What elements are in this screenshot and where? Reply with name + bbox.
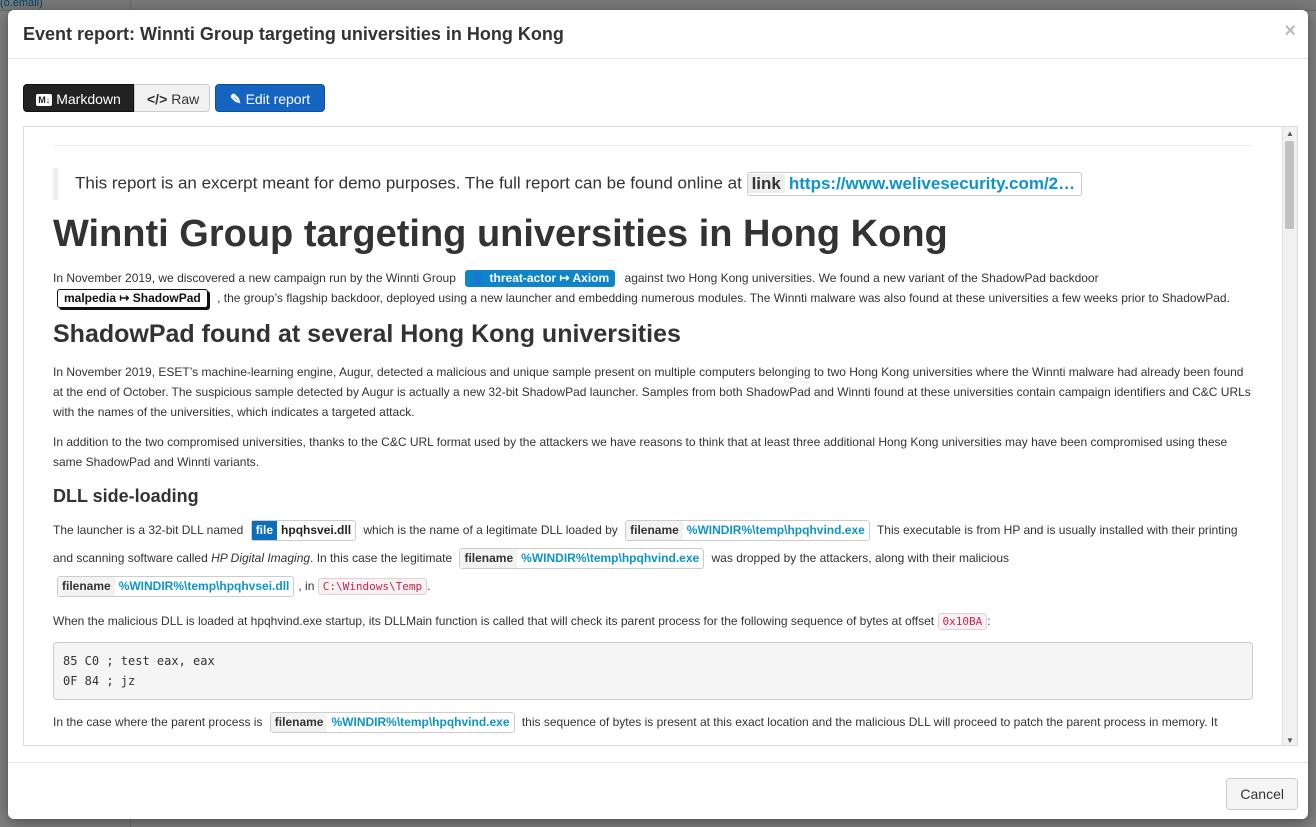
intro-paragraph: In November 2019, we discovered a new ca… bbox=[53, 268, 1253, 308]
edit-icon: ✎ bbox=[229, 91, 242, 107]
attribute-filename[interactable]: filename %WINDIR%\temp\hpqhvind.exe bbox=[269, 712, 515, 734]
modal-header: Event report: Winnti Group targeting uni… bbox=[8, 10, 1308, 59]
edit-report-button[interactable]: ✎ Edit report bbox=[215, 84, 325, 112]
attr-value: %WINDIR%\temp\hpqhvind.exe bbox=[521, 551, 700, 566]
paragraph-launcher: The launcher is a 32-bit DLL named file h… bbox=[53, 516, 1253, 601]
attr-key: filename bbox=[270, 713, 328, 733]
subsection-heading: DLL side-loading bbox=[53, 486, 199, 506]
markdown-icon: M↓ bbox=[36, 94, 53, 106]
raw-label: Raw bbox=[171, 91, 200, 107]
quote-link-attribute[interactable]: link https://www.welivesecurity.com/2… bbox=[746, 172, 1083, 196]
link-attr-value[interactable]: https://www.welivesecurity.com/2… bbox=[785, 174, 1081, 193]
modal-title: Event report: Winnti Group targeting uni… bbox=[23, 24, 564, 44]
scroll-down-arrow-icon[interactable]: ▼ bbox=[1286, 736, 1294, 745]
parent-text-1: In the case where the parent process is bbox=[53, 715, 263, 729]
parent-text-2: this sequence of bytes is present at thi… bbox=[521, 715, 1218, 729]
code-block: 85 C0 ; test eax, eax 0F 84 ; jz bbox=[53, 642, 1253, 700]
dllmain-text-1: When the malicious DLL is loaded at hpqh… bbox=[53, 614, 935, 628]
attribute-filename[interactable]: filename %WINDIR%\temp\hpqhvsei.dll bbox=[57, 576, 295, 598]
markdown-label: Markdown bbox=[56, 91, 121, 107]
attribute-file[interactable]: file hpqhsvei.dll bbox=[250, 520, 357, 542]
attr-key: filename bbox=[460, 549, 518, 569]
attr-value: %WINDIR%\temp\hpqhvsei.dll bbox=[118, 579, 290, 594]
launcher-text-6: , in bbox=[298, 579, 315, 593]
galaxy-tag-label: malpedia ↦ ShadowPad bbox=[64, 291, 201, 305]
galaxy-tag-label: threat-actor ↦ Axiom bbox=[489, 271, 610, 285]
attr-value: %WINDIR%\temp\hpqhvind.exe bbox=[331, 715, 510, 730]
paragraph-additional: In addition to the two compromised unive… bbox=[53, 435, 1228, 469]
intro-text-1: In November 2019, we discovered a new ca… bbox=[53, 271, 456, 285]
intro-text-3: , the group’s flagship backdoor, deploye… bbox=[217, 291, 1230, 305]
report-content: This report is an excerpt meant for demo… bbox=[53, 145, 1253, 743]
paragraph-augur: In November 2019, ESET’s machine-learnin… bbox=[53, 365, 1251, 419]
inline-code-offset: 0x10BA bbox=[937, 613, 988, 630]
close-icon[interactable]: × bbox=[1284, 20, 1296, 43]
dllmain-text-2: : bbox=[987, 614, 991, 628]
code-icon: </> bbox=[147, 91, 168, 107]
launcher-text-2: which is the name of a legitimate DLL lo… bbox=[363, 523, 618, 537]
attr-key: filename bbox=[58, 577, 115, 597]
section-heading: ShadowPad found at several Hong Kong uni… bbox=[53, 320, 681, 348]
report-viewer[interactable]: This report is an excerpt meant for demo… bbox=[23, 126, 1298, 746]
edit-label: Edit report bbox=[245, 91, 311, 107]
markdown-view-button[interactable]: M↓ Markdown bbox=[23, 84, 134, 112]
product-name: HP Digital Imaging bbox=[211, 551, 311, 565]
paragraph-parent-process: In the case where the parent process is … bbox=[53, 712, 1253, 734]
launcher-text-4: . In this case the legitimate bbox=[310, 551, 453, 565]
launcher-text-5: was dropped by the attackers, along with… bbox=[711, 551, 1010, 565]
link-attr-key: link bbox=[747, 174, 785, 193]
inline-code-path: C:\Windows\Temp bbox=[317, 578, 428, 595]
report-heading: Winnti Group targeting universities in H… bbox=[53, 213, 948, 255]
report-quote: This report is an excerpt meant for demo… bbox=[53, 168, 1253, 200]
scroll-up-arrow-icon[interactable]: ▲ bbox=[1286, 129, 1294, 138]
view-toolbar: M↓ Markdown </> Raw ✎ Edit report bbox=[23, 84, 1298, 114]
top-rule bbox=[53, 145, 1253, 146]
attr-value: %WINDIR%\temp\hpqhvind.exe bbox=[686, 523, 865, 538]
attr-key: file bbox=[251, 521, 278, 541]
attr-key: filename bbox=[626, 521, 683, 541]
attr-value: hpqhsvei.dll bbox=[281, 523, 352, 538]
quote-text: This report is an excerpt meant for demo… bbox=[75, 173, 742, 193]
user-icon: 👤 bbox=[471, 271, 487, 285]
cancel-button[interactable]: Cancel bbox=[1226, 778, 1298, 810]
paragraph-dllmain: When the malicious DLL is loaded at hpqh… bbox=[53, 611, 1253, 632]
report-scrollbar[interactable]: ▲ ▼ bbox=[1282, 127, 1297, 745]
galaxy-tag-malpedia[interactable]: malpedia ↦ ShadowPad bbox=[57, 289, 208, 308]
attribute-filename[interactable]: filename %WINDIR%\temp\hpqhvind.exe bbox=[459, 548, 705, 570]
scroll-thumb[interactable] bbox=[1285, 141, 1294, 229]
launcher-text-1: The launcher is a 32-bit DLL named bbox=[53, 523, 244, 537]
raw-view-button[interactable]: </> Raw bbox=[134, 84, 210, 112]
launcher-text-7: . bbox=[427, 579, 431, 593]
intro-text-2: against two Hong Kong universities. We f… bbox=[624, 271, 1099, 285]
attribute-filename[interactable]: filename %WINDIR%\temp\hpqhvind.exe bbox=[625, 520, 870, 542]
galaxy-tag-threat-actor[interactable]: 👤 threat-actor ↦ Axiom bbox=[465, 270, 616, 287]
modal-footer: Cancel bbox=[8, 762, 1308, 819]
event-report-modal: Event report: Winnti Group targeting uni… bbox=[8, 10, 1308, 819]
modal-body: M↓ Markdown </> Raw ✎ Edit report This repo… bbox=[23, 84, 1298, 746]
